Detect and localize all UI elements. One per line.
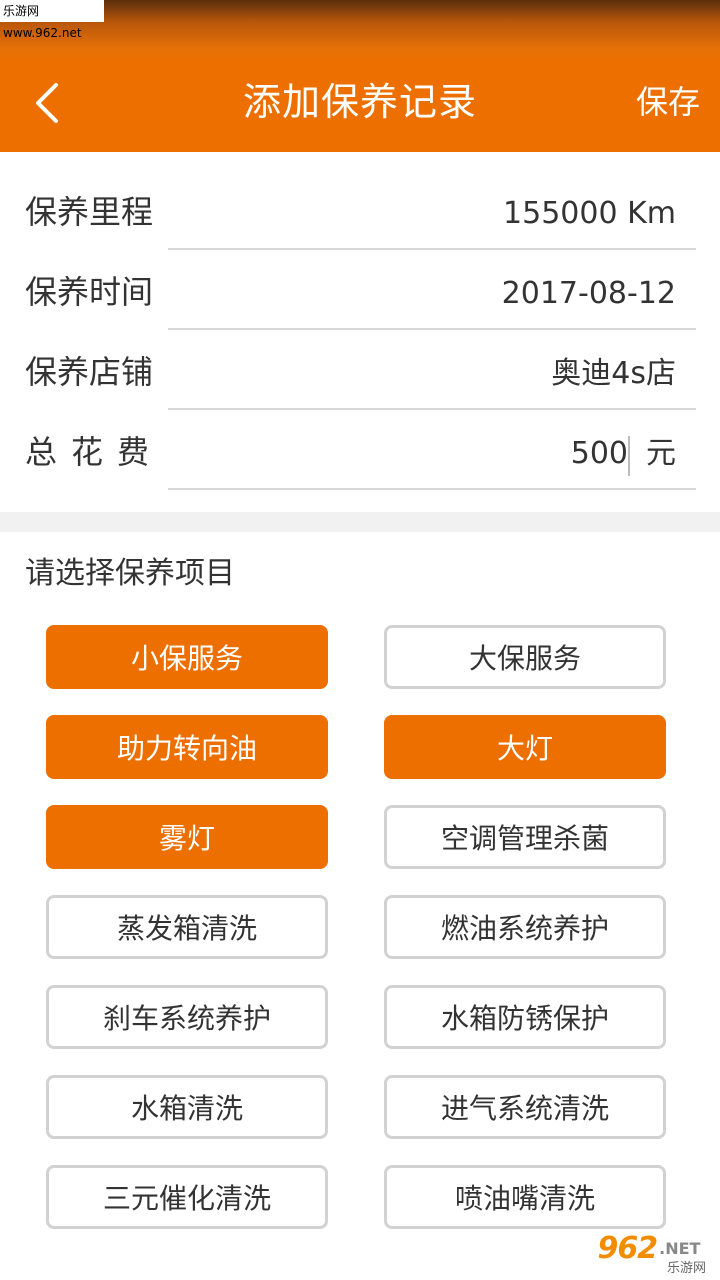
item-chip[interactable]: 大灯 [384,715,666,779]
cost-row: 总花费 500 元 [0,412,720,492]
watermark-number: 962 [597,1230,659,1266]
shop-row: 保养店铺 奥迪4s店 [0,332,720,412]
item-chip[interactable]: 雾灯 [46,805,328,869]
mileage-underline [168,248,696,250]
item-chip[interactable]: 空调管理杀菌 [384,805,666,869]
cost-unit: 元 [646,436,676,471]
date-underline [168,328,696,330]
mileage-row: 保养里程 155000 Km [0,172,720,252]
date-input[interactable]: 2017-08-12 [502,274,676,314]
shop-label: 保养店铺 [25,353,154,391]
cost-underline [168,488,696,490]
app-header: 添加保养记录 保存 [0,0,720,152]
watermark-badge: 962 .NET 乐游网 [584,1220,714,1277]
text-cursor [628,436,630,476]
item-chip[interactable]: 小保服务 [46,625,328,689]
item-chip[interactable]: 刹车系统养护 [46,985,328,1049]
item-chip[interactable]: 燃油系统养护 [384,895,666,959]
item-chip[interactable]: 蒸发箱清洗 [46,895,328,959]
item-chip[interactable]: 进气系统清洗 [384,1075,666,1139]
item-chip[interactable]: 水箱防锈保护 [384,985,666,1049]
item-chip[interactable]: 三元催化清洗 [46,1165,328,1229]
item-chip[interactable]: 助力转向油 [46,715,328,779]
item-chip[interactable]: 水箱清洗 [46,1075,328,1139]
page-title: 添加保养记录 [242,80,477,124]
record-form: 保养里程 155000 Km 保养时间 2017-08-12 保养店铺 奥迪4s… [0,152,720,512]
section-divider [0,512,720,532]
date-row: 保养时间 2017-08-12 [0,252,720,332]
shop-input[interactable]: 奥迪4s店 [551,354,676,394]
cost-label: 总花费 [25,433,164,471]
watermark-sub: 乐游网 [666,1261,706,1276]
item-chip[interactable]: 大保服务 [384,625,666,689]
mileage-label: 保养里程 [25,193,154,231]
date-label: 保养时间 [25,273,154,311]
mileage-input[interactable]: 155000 Km [503,194,676,234]
save-button[interactable]: 保存 [636,72,700,132]
watermark-suffix: .NET [659,1238,701,1258]
cost-input[interactable]: 500 [571,434,628,474]
shop-underline [168,408,696,410]
items-section-title: 请选择保养项目 [25,556,235,591]
watermark-top: 乐游网 www.962.net [0,0,104,40]
